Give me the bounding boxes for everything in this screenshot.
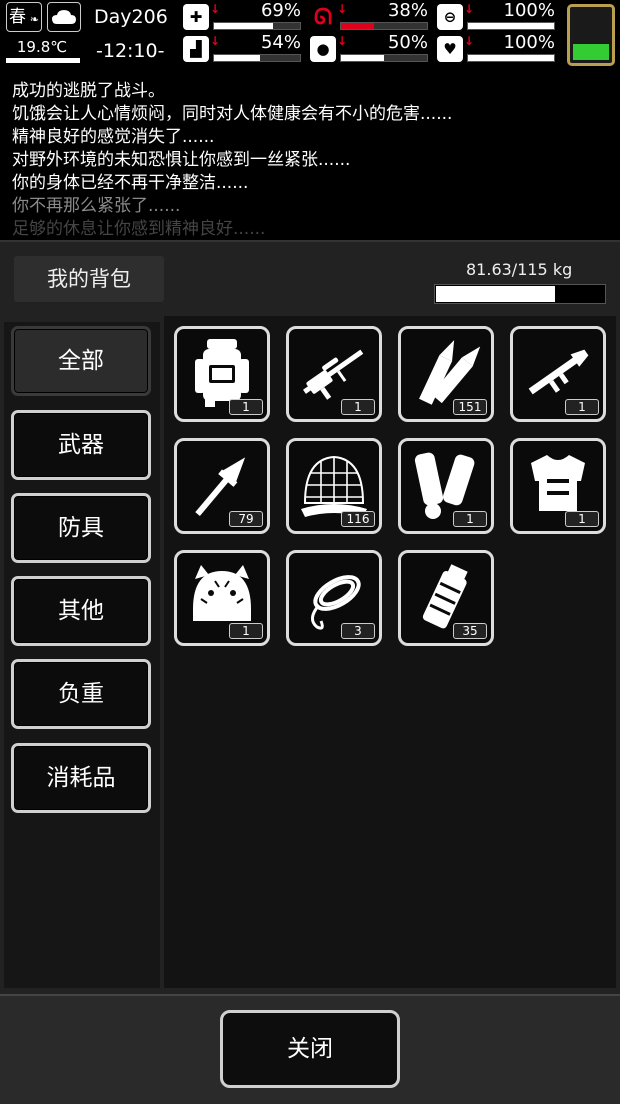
message-log: 成功的逃脱了战斗。 饥饿会让人心情烦闷，同时对人体健康会有不小的危害......… [0, 74, 620, 240]
cloud-icon [52, 10, 76, 24]
health-bar [213, 22, 301, 30]
category-weapons[interactable]: 武器 [11, 410, 151, 480]
season-indicator: 春 ❧ [6, 2, 42, 32]
stat-stamina: ▟ ↓ 54% [183, 32, 303, 64]
panel-footer: 关闭 [0, 994, 620, 1104]
item-slot[interactable]: 116 [286, 438, 382, 534]
item-slot[interactable]: 1 [174, 326, 270, 422]
item-slot[interactable]: 1 [174, 550, 270, 646]
temperature-readout: 19.8℃ [16, 38, 68, 56]
energy-bar [467, 22, 555, 30]
item-quantity: 1 [565, 511, 599, 527]
weather-indicator [47, 2, 81, 32]
pill-icon: ⊖ [437, 4, 463, 30]
item-slot[interactable]: 151 [398, 326, 494, 422]
log-line: 你的身体已经不再干净整洁...... [12, 173, 249, 193]
stomach-icon: ᘏ [310, 4, 336, 30]
item-quantity: 3 [341, 623, 375, 639]
log-line: 成功的逃脱了战斗。 [12, 81, 165, 101]
leaf-icon: ❧ [29, 13, 39, 26]
stamina-value: 54% [260, 32, 301, 53]
health-fill [214, 23, 274, 29]
log-line: 精神良好的感觉消失了...... [12, 127, 215, 147]
stat-mood: ♥ ↓ 100% [437, 32, 557, 64]
clock: -12:10- [96, 40, 165, 62]
item-quantity: 1 [565, 399, 599, 415]
status-hud: 春 ❧ 19.8℃ Day206 -12:10- ✚ ↓ 69% ᘏ ↓ 38%… [0, 0, 620, 72]
weight-readout: 81.63/115 kg [466, 260, 573, 279]
backpack-title: 我的背包 [14, 256, 164, 302]
medkit-icon: ✚ [183, 4, 209, 30]
decrease-arrow-icon: ↓ [210, 34, 221, 48]
category-sidebar: 全部 武器 防具 其他 负重 消耗品 [4, 322, 160, 988]
item-quantity: 1 [229, 399, 263, 415]
thirst-value: 50% [387, 32, 428, 53]
item-slot[interactable]: 1 [510, 326, 606, 422]
item-slot[interactable]: 1 [286, 326, 382, 422]
category-consumables[interactable]: 消耗品 [11, 743, 151, 813]
log-line: 足够的休息让你感到精神良好...... [12, 219, 266, 239]
log-line: 饥饿会让人心情烦闷，同时对人体健康会有不小的危害...... [12, 104, 453, 124]
mood-value: 100% [503, 32, 555, 53]
energy-value: 100% [503, 0, 555, 21]
temperature-bar [6, 58, 80, 63]
item-slot[interactable]: 35 [398, 550, 494, 646]
log-line: 你不再那么紧张了...... [12, 196, 181, 216]
thirst-fill [341, 55, 384, 61]
battery-icon [567, 4, 615, 66]
item-quantity: 79 [229, 511, 263, 527]
weight-bar [434, 284, 606, 304]
item-quantity: 35 [453, 623, 487, 639]
item-quantity: 1 [229, 623, 263, 639]
item-slot[interactable]: 1 [510, 438, 606, 534]
item-quantity: 1 [453, 511, 487, 527]
category-carry[interactable]: 负重 [11, 659, 151, 729]
decrease-arrow-icon: ↓ [337, 2, 348, 16]
item-slot[interactable]: 79 [174, 438, 270, 534]
decrease-arrow-icon: ↓ [464, 34, 475, 48]
category-other[interactable]: 其他 [11, 576, 151, 646]
boot-icon: ▟ [183, 36, 209, 62]
weight-fill [436, 286, 555, 302]
hunger-bar [340, 22, 428, 30]
log-line: 对野外环境的未知恐惧让你感到一丝紧张...... [12, 150, 351, 170]
decrease-arrow-icon: ↓ [337, 34, 348, 48]
stat-hunger: ᘏ ↓ 38% [310, 0, 430, 32]
stat-thirst: ● ↓ 50% [310, 32, 430, 64]
mood-fill [468, 55, 554, 61]
heart-icon: ♥ [437, 36, 463, 62]
backpack-panel: 我的背包 81.63/115 kg 全部 武器 防具 其他 负重 消耗品 1 1… [0, 240, 620, 1104]
energy-fill [468, 23, 554, 29]
close-button[interactable]: 关闭 [220, 1010, 400, 1088]
item-quantity: 1 [341, 399, 375, 415]
battery-level [573, 44, 609, 60]
mood-bar [467, 54, 555, 62]
decrease-arrow-icon: ↓ [210, 2, 221, 16]
stamina-bar [213, 54, 301, 62]
hunger-fill [341, 23, 374, 29]
hunger-value: 38% [387, 0, 428, 21]
category-all[interactable]: 全部 [11, 326, 151, 396]
category-armor[interactable]: 防具 [11, 493, 151, 563]
water-drop-icon: ● [310, 36, 336, 62]
health-value: 69% [260, 0, 301, 21]
item-slot[interactable]: 3 [286, 550, 382, 646]
item-slot[interactable]: 1 [398, 438, 494, 534]
stat-energy: ⊖ ↓ 100% [437, 0, 557, 32]
stamina-fill [214, 55, 261, 61]
item-grid: 1 1 151 1 79 116 1 1 1 3 35 [164, 316, 616, 988]
thirst-bar [340, 54, 428, 62]
item-quantity: 151 [453, 399, 487, 415]
day-counter: Day206 [94, 6, 168, 28]
item-quantity: 116 [341, 511, 375, 527]
season-label: 春 [9, 7, 26, 27]
decrease-arrow-icon: ↓ [464, 2, 475, 16]
stat-health: ✚ ↓ 69% [183, 0, 303, 32]
